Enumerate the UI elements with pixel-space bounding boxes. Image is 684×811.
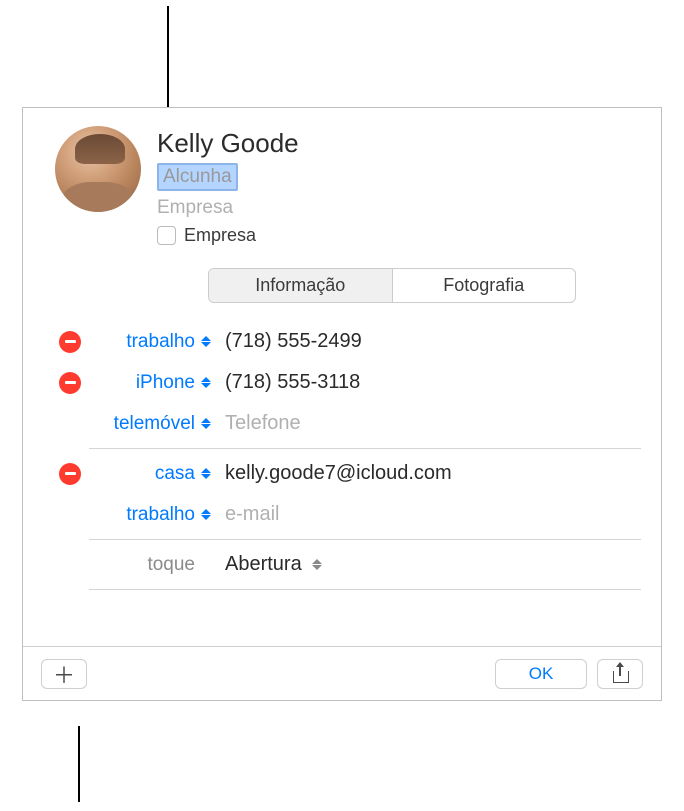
ringtone-row: toque Abertura <box>59 544 641 585</box>
card-header: Kelly Goode Alcunha Empresa Empresa <box>23 108 661 256</box>
company-input[interactable]: Empresa <box>157 197 641 219</box>
company-checkbox[interactable] <box>157 226 176 245</box>
delete-icon[interactable] <box>59 463 81 485</box>
footer-toolbar: ＋ OK <box>23 646 661 700</box>
field-label-select[interactable]: trabalho <box>89 504 195 526</box>
chevron-updown-icon[interactable] <box>199 377 213 388</box>
field-label-select[interactable]: casa <box>89 463 195 485</box>
chevron-updown-icon[interactable] <box>199 336 213 347</box>
delete-icon[interactable] <box>59 372 81 394</box>
name-block: Kelly Goode Alcunha Empresa Empresa <box>157 126 641 246</box>
chevron-updown-icon[interactable] <box>199 418 213 429</box>
company-checkbox-label: Empresa <box>184 225 256 246</box>
company-checkbox-row: Empresa <box>157 225 641 246</box>
avatar[interactable] <box>55 126 141 212</box>
email-placeholder[interactable]: e-mail <box>225 503 641 526</box>
divider <box>89 589 641 590</box>
phone-row: trabalho (718) 555-2499 <box>59 321 641 362</box>
email-row: trabalho e-mail <box>59 494 641 535</box>
contact-name[interactable]: Kelly Goode <box>157 128 641 159</box>
share-icon <box>613 665 627 683</box>
phone-value[interactable]: (718) 555-2499 <box>225 330 641 353</box>
ringtone-label: toque <box>89 554 195 576</box>
nickname-input[interactable]: Alcunha <box>157 163 238 191</box>
chevron-updown-icon[interactable] <box>199 509 213 520</box>
callout-line-bottom <box>78 726 80 802</box>
tab-photo[interactable]: Fotografia <box>393 269 576 302</box>
tab-info[interactable]: Informação <box>209 269 393 302</box>
delete-icon[interactable] <box>59 331 81 353</box>
divider <box>89 539 641 540</box>
divider <box>89 448 641 449</box>
phone-row: telemóvel Telefone <box>59 403 641 444</box>
email-row: casa kelly.goode7@icloud.com <box>59 453 641 494</box>
chevron-updown-icon <box>310 559 324 570</box>
ok-button[interactable]: OK <box>495 659 587 689</box>
tab-bar: Informação Fotografia <box>208 268 576 303</box>
field-label-select[interactable]: trabalho <box>89 331 195 353</box>
ringtone-value: Abertura <box>225 553 302 576</box>
phone-value[interactable]: (718) 555-3118 <box>225 371 641 394</box>
phone-placeholder[interactable]: Telefone <box>225 412 641 435</box>
field-label-select[interactable]: telemóvel <box>89 413 195 435</box>
ringtone-select[interactable]: Abertura <box>225 553 336 576</box>
fields-container: trabalho (718) 555-2499 iPhone (718) 555… <box>23 321 661 590</box>
add-field-button[interactable]: ＋ <box>41 659 87 689</box>
plus-icon: ＋ <box>53 658 75 690</box>
share-button[interactable] <box>597 659 643 689</box>
contact-card: Kelly Goode Alcunha Empresa Empresa Info… <box>22 107 662 701</box>
chevron-updown-icon[interactable] <box>199 468 213 479</box>
field-label-select[interactable]: iPhone <box>89 372 195 394</box>
phone-row: iPhone (718) 555-3118 <box>59 362 641 403</box>
email-value[interactable]: kelly.goode7@icloud.com <box>225 462 641 485</box>
